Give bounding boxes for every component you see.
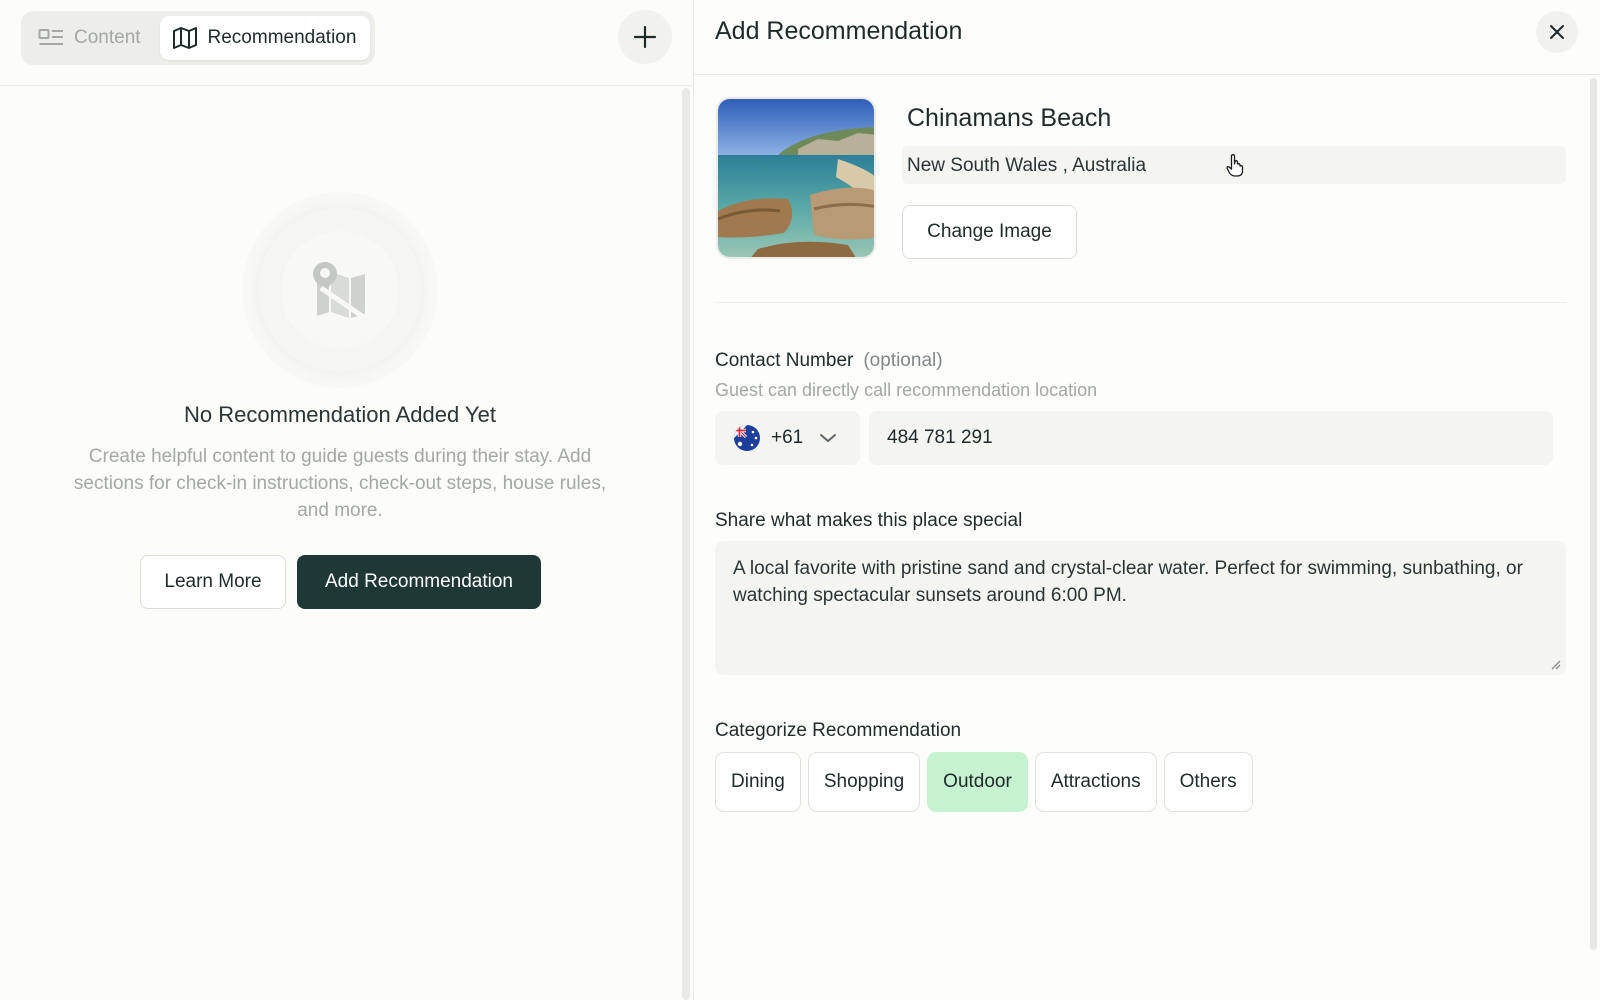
category-label: Categorize Recommendation — [715, 720, 962, 741]
section-divider — [715, 302, 1566, 303]
description-textarea[interactable]: A local favorite with pristine sand and … — [715, 541, 1566, 675]
left-header: Content Recommendation — [0, 0, 694, 86]
chip-dining[interactable]: Dining — [715, 752, 801, 812]
beach-photo — [718, 99, 874, 257]
country-code-select[interactable]: +61 — [715, 411, 860, 465]
add-button[interactable] — [618, 10, 672, 64]
drawer-scrollbar[interactable] — [1590, 78, 1597, 950]
close-button[interactable] — [1536, 11, 1578, 53]
chip-attractions[interactable]: Attractions — [1034, 752, 1157, 812]
empty-state-title: No Recommendation Added Yet — [184, 402, 496, 427]
optional-tag: (optional) — [863, 350, 943, 371]
chip-outdoor[interactable]: Outdoor — [927, 752, 1028, 812]
layout-icon — [38, 29, 63, 45]
close-icon — [1550, 25, 1564, 39]
add-recommendation-button[interactable]: Add Recommendation — [297, 555, 541, 609]
tab-recommendation[interactable]: Recommendation — [159, 16, 370, 60]
australia-flag-icon — [734, 425, 760, 451]
plus-icon — [633, 25, 657, 49]
empty-state-circle — [281, 231, 399, 349]
place-image — [716, 97, 876, 259]
map-pin-off-icon — [313, 262, 367, 321]
place-name: Chinamans Beach — [907, 104, 1112, 132]
add-recommendation-drawer: Add Recommendation Chinamans Beach New S… — [694, 0, 1600, 1000]
contact-label-text: Contact Number — [715, 350, 854, 371]
tab-content-label: Content — [74, 27, 141, 48]
empty-state-ring — [258, 208, 422, 372]
empty-state-illustration — [242, 192, 438, 388]
change-image-button[interactable]: Change Image — [902, 205, 1077, 259]
view-switcher: Content Recommendation — [21, 11, 375, 65]
chevron-down-icon — [820, 434, 837, 442]
hand-cursor-icon — [1226, 154, 1244, 177]
category-chips: Dining Shopping Outdoor Attractions Othe… — [715, 752, 1253, 812]
drawer-title: Add Recommendation — [715, 17, 963, 45]
phone-number-input[interactable]: 484 781 291 — [869, 411, 1553, 465]
chip-others[interactable]: Others — [1163, 752, 1253, 812]
tab-recommendation-label: Recommendation — [207, 27, 357, 48]
map-icon — [172, 27, 197, 49]
resize-grip-icon[interactable] — [1549, 658, 1561, 670]
contact-number-label: Contact Number (optional) — [715, 350, 943, 372]
special-label: Share what makes this place special — [715, 510, 1023, 531]
empty-state-description: Create helpful content to guide guests d… — [73, 446, 607, 521]
description-text: A local favorite with pristine sand and … — [733, 558, 1523, 606]
header-divider — [694, 74, 1600, 75]
recommendations-panel: Content Recommendation No Recommendation… — [0, 0, 694, 1000]
left-scrollbar[interactable] — [682, 88, 690, 1000]
country-code-value: +61 — [771, 427, 804, 448]
chip-shopping[interactable]: Shopping — [807, 752, 921, 812]
learn-more-button[interactable]: Learn More — [140, 555, 286, 609]
contact-helper-text: Guest can directly call recommendation l… — [715, 380, 1098, 400]
tab-content[interactable]: Content — [26, 16, 160, 60]
